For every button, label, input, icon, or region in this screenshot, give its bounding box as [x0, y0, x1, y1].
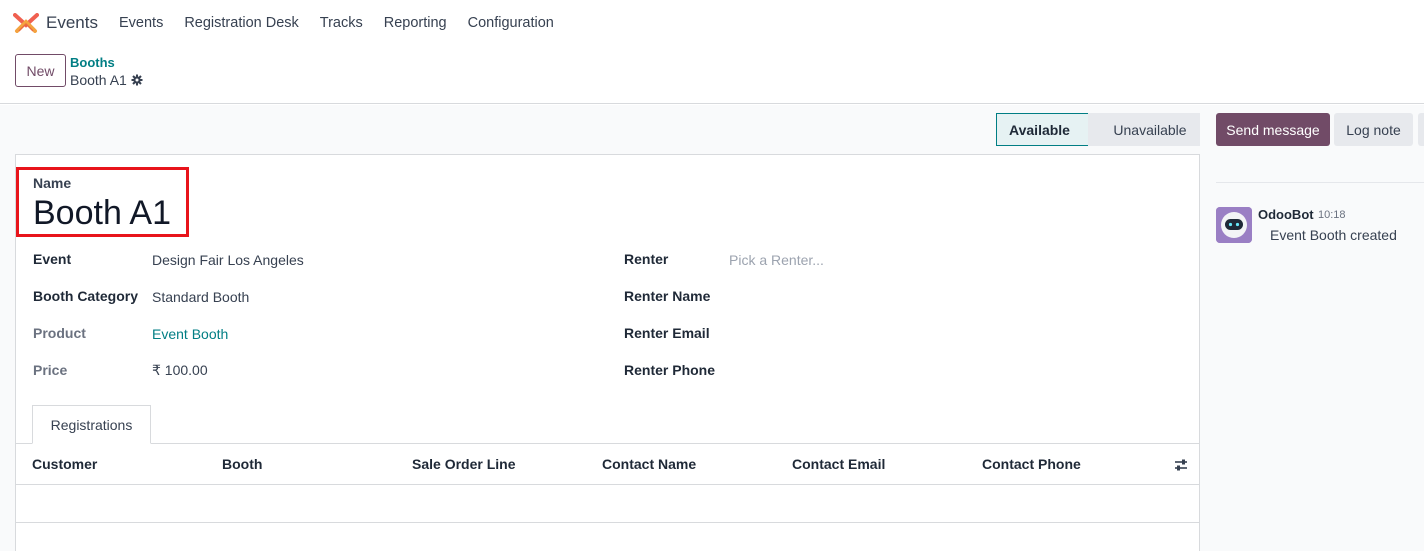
tab-registrations[interactable]: Registrations: [32, 405, 151, 444]
renter-input[interactable]: Pick a Renter...: [729, 252, 824, 268]
more-chatter-button[interactable]: [1418, 113, 1424, 146]
table-row: [16, 485, 1199, 523]
column-contact-email[interactable]: Contact Email: [792, 456, 885, 472]
column-booth[interactable]: Booth: [222, 456, 262, 472]
avatar[interactable]: [1216, 207, 1252, 243]
price-field: ₹ 100.00: [152, 362, 208, 378]
column-contact-phone[interactable]: Contact Phone: [982, 456, 1081, 472]
name-field[interactable]: Booth A1: [33, 194, 171, 233]
form-sheet: Name Booth A1 Event Design Fair Los Ange…: [15, 154, 1200, 551]
renter-phone-label: Renter Phone: [624, 362, 716, 378]
product-label: Product: [33, 325, 86, 341]
new-button[interactable]: New: [15, 54, 66, 87]
renter-phone-input[interactable]: [729, 363, 1189, 381]
menu-tracks[interactable]: Tracks: [320, 15, 363, 31]
control-panel: New Booths Booth A1: [0, 46, 1424, 104]
renter-email-input[interactable]: [729, 326, 1189, 344]
name-label: Name: [33, 175, 72, 191]
status-available-label: Available: [1009, 121, 1070, 138]
message-time: 10:18: [1318, 209, 1346, 221]
column-customer[interactable]: Customer: [32, 456, 97, 472]
menu-events[interactable]: Events: [119, 15, 163, 31]
breadcrumb-parent-link[interactable]: Booths: [70, 55, 143, 71]
booth-category-field[interactable]: Standard Booth: [152, 289, 249, 305]
chatter-separator: [1216, 182, 1424, 183]
log-note-button[interactable]: Log note: [1334, 113, 1413, 146]
events-app-logo-icon: [13, 13, 39, 33]
gear-icon[interactable]: [131, 74, 143, 86]
app-brand[interactable]: Events: [13, 13, 98, 33]
odoobot-avatar-icon: [1216, 207, 1252, 243]
menu-registration-desk[interactable]: Registration Desk: [184, 15, 298, 31]
event-label: Event: [33, 251, 72, 267]
renter-name-label: Renter Name: [624, 288, 711, 304]
product-link[interactable]: Event Booth: [152, 326, 228, 342]
breadcrumb: Booths Booth A1: [70, 55, 143, 89]
column-sale-order-line[interactable]: Sale Order Line: [412, 456, 515, 472]
top-navbar: Events Events Registration Desk Tracks R…: [0, 0, 1424, 46]
renter-label: Renter: [624, 251, 669, 267]
menu-reporting[interactable]: Reporting: [384, 15, 447, 31]
breadcrumb-current-label: Booth A1: [70, 72, 127, 88]
status-bar: Available Unavailable: [996, 113, 1200, 146]
status-unavailable[interactable]: Unavailable: [1088, 113, 1200, 146]
event-field[interactable]: Design Fair Los Angeles: [152, 252, 304, 268]
renter-email-label: Renter Email: [624, 325, 710, 341]
booth-category-label: Booth Category: [33, 288, 138, 304]
price-label: Price: [33, 362, 68, 378]
column-contact-name[interactable]: Contact Name: [602, 456, 696, 472]
send-message-button[interactable]: Send message: [1216, 113, 1330, 146]
app-name: Events: [46, 13, 98, 32]
table-header: Customer Booth Sale Order Line Contact N…: [16, 444, 1199, 485]
optional-columns-icon[interactable]: [1174, 458, 1188, 472]
renter-name-input[interactable]: [729, 289, 1189, 307]
breadcrumb-current: Booth A1: [70, 71, 143, 89]
menu-configuration[interactable]: Configuration: [468, 15, 554, 31]
message-author[interactable]: OdooBot: [1258, 207, 1314, 222]
form-view: Available Unavailable Send message Log n…: [0, 105, 1424, 551]
message-body: Event Booth created: [1270, 227, 1397, 243]
status-available[interactable]: Available: [996, 113, 1088, 146]
